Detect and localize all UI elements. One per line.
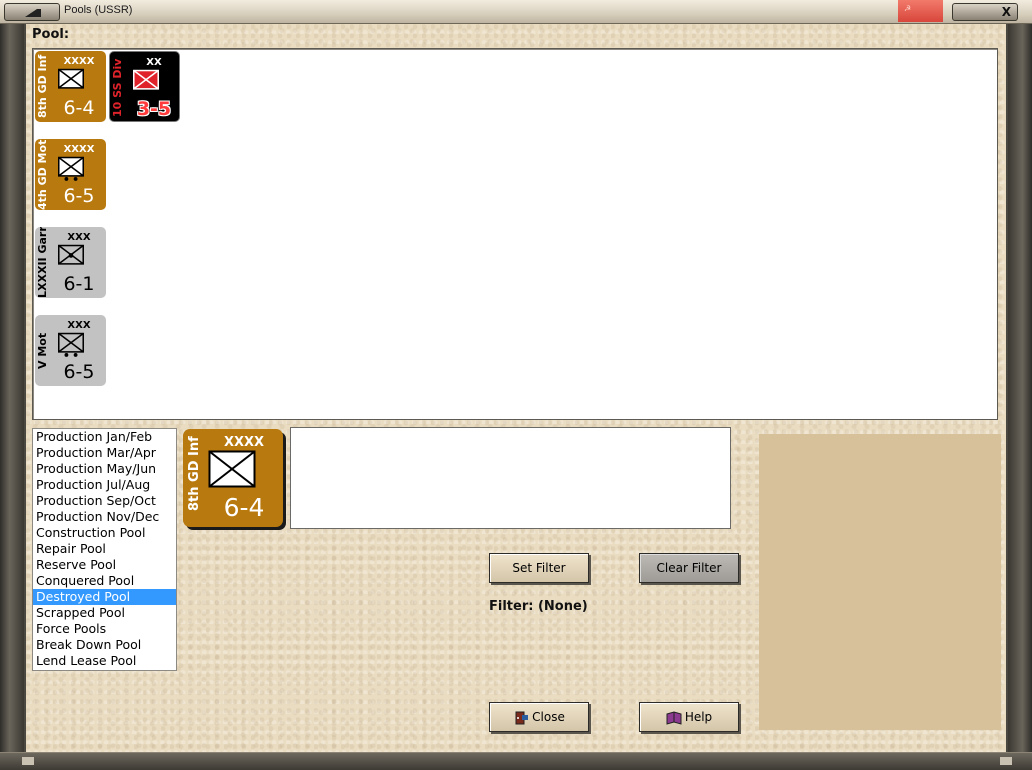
frame-left	[0, 24, 24, 754]
frame-right	[1008, 24, 1032, 754]
close-door-icon	[515, 711, 529, 724]
unit-strength: 6-1	[63, 273, 95, 295]
pool-list-item[interactable]: Production Sep/Oct	[33, 493, 176, 509]
unit-strength: 6-5	[63, 185, 95, 207]
close-label: Close	[532, 710, 565, 724]
unit-strength: 6-4	[63, 97, 95, 119]
window-close-button[interactable]: X	[952, 3, 1018, 21]
selected-unit-name: 8th GD Inf	[187, 436, 202, 512]
motorized-symbol-icon	[58, 156, 84, 181]
window-menu-button[interactable]	[4, 3, 60, 21]
unit-counter[interactable]: 10 SS Div XX 3-5	[109, 51, 180, 122]
pool-list-item[interactable]: Construction Pool	[33, 525, 176, 541]
hammer-sickle-icon: ☭	[904, 4, 912, 13]
pools-window: Pools (USSR) ☭ X Pool: 8th GD Inf XXXX 6-4…	[0, 0, 1032, 770]
resize-left-icon[interactable]	[22, 757, 34, 765]
unit-size: XXXX	[63, 144, 95, 155]
motorized-symbol-icon	[58, 332, 84, 357]
infantry-symbol-icon	[133, 69, 159, 90]
frame-bottom	[0, 752, 1032, 770]
unit-counter[interactable]: 8th GD Inf XXXX 6-4	[35, 51, 106, 122]
filter-status: Filter: (None)	[489, 599, 588, 614]
window-title: Pools (USSR)	[64, 4, 133, 16]
unit-size: XXX	[67, 232, 91, 243]
help-button[interactable]: Help	[639, 702, 739, 732]
pool-list-item[interactable]: Lend Lease Pool	[33, 653, 176, 669]
garrison-symbol-icon	[58, 244, 84, 265]
set-filter-label: Set Filter	[512, 561, 566, 575]
pool-list-item[interactable]: Reserve Pool	[33, 557, 176, 573]
unit-name: V Mot	[36, 332, 49, 369]
pool-list-item[interactable]: Production Mar/Apr	[33, 445, 176, 461]
pool-type-list[interactable]: Production Jan/Feb Production Mar/Apr Prod…	[32, 428, 177, 671]
close-button[interactable]: Close	[489, 702, 589, 732]
close-icon: X	[1001, 5, 1011, 19]
infantry-symbol-icon	[208, 450, 256, 488]
pool-list-item[interactable]: Production Nov/Dec	[33, 509, 176, 525]
content-panel: Pool: 8th GD Inf XXXX 6-4 10 SS Div XX 3-5 4th…	[26, 24, 1006, 752]
pool-list-item[interactable]: Destroyed Pool	[33, 589, 176, 605]
pool-list-item[interactable]: Scrapped Pool	[33, 605, 176, 621]
unit-name: LXXXII Garr	[36, 227, 49, 298]
set-filter-button[interactable]: Set Filter	[489, 553, 589, 583]
title-bar: Pools (USSR) ☭ X	[0, 0, 1032, 24]
clear-filter-label: Clear Filter	[656, 561, 722, 575]
clear-filter-button[interactable]: Clear Filter	[639, 553, 739, 583]
help-book-icon	[666, 710, 682, 725]
resize-right-icon[interactable]	[1000, 757, 1012, 765]
unit-detail-box	[290, 427, 731, 529]
selected-unit-counter: 8th GD Inf XXXX 6-4	[183, 429, 283, 527]
pool-list-item[interactable]: Production Jul/Aug	[33, 477, 176, 493]
unit-strength: 3-5	[136, 98, 172, 120]
selected-unit-size: XXXX	[223, 435, 265, 450]
window-arrow-icon	[25, 9, 41, 17]
nation-flag-button[interactable]: ☭	[898, 0, 943, 22]
pool-list-item[interactable]: Force Pools	[33, 621, 176, 637]
unit-counter[interactable]: V Mot XXX 6-5	[35, 315, 106, 386]
unit-counter[interactable]: 4th GD Mot XXXX 6-5	[35, 139, 106, 210]
pool-list-item[interactable]: Conquered Pool	[33, 573, 176, 589]
pool-list-item[interactable]: Production Jan/Feb	[33, 429, 176, 445]
unit-name: 8th GD Inf	[36, 54, 49, 119]
unit-name: 10 SS Div	[111, 58, 124, 117]
unit-strength: 6-5	[63, 361, 95, 383]
unit-size: XX	[146, 57, 162, 68]
pool-list-item[interactable]: Repair Pool	[33, 541, 176, 557]
unit-size: XXXX	[63, 56, 95, 67]
help-label: Help	[684, 710, 713, 724]
unit-size: XXX	[67, 320, 91, 331]
pool-list-item[interactable]: Production May/Jun	[33, 461, 176, 477]
pool-label: Pool:	[32, 27, 70, 42]
infantry-symbol-icon	[58, 68, 84, 89]
selected-unit-strength: 6-4	[223, 493, 265, 522]
pool-list-item[interactable]: Break Down Pool	[33, 637, 176, 653]
unit-name: 4th GD Mot	[36, 139, 49, 210]
pool-units-area[interactable]: 8th GD Inf XXXX 6-4 10 SS Div XX 3-5 4th GD Mo…	[32, 48, 998, 420]
info-panel	[759, 434, 1001, 730]
unit-counter[interactable]: LXXXII Garr XXX 6-1	[35, 227, 106, 298]
